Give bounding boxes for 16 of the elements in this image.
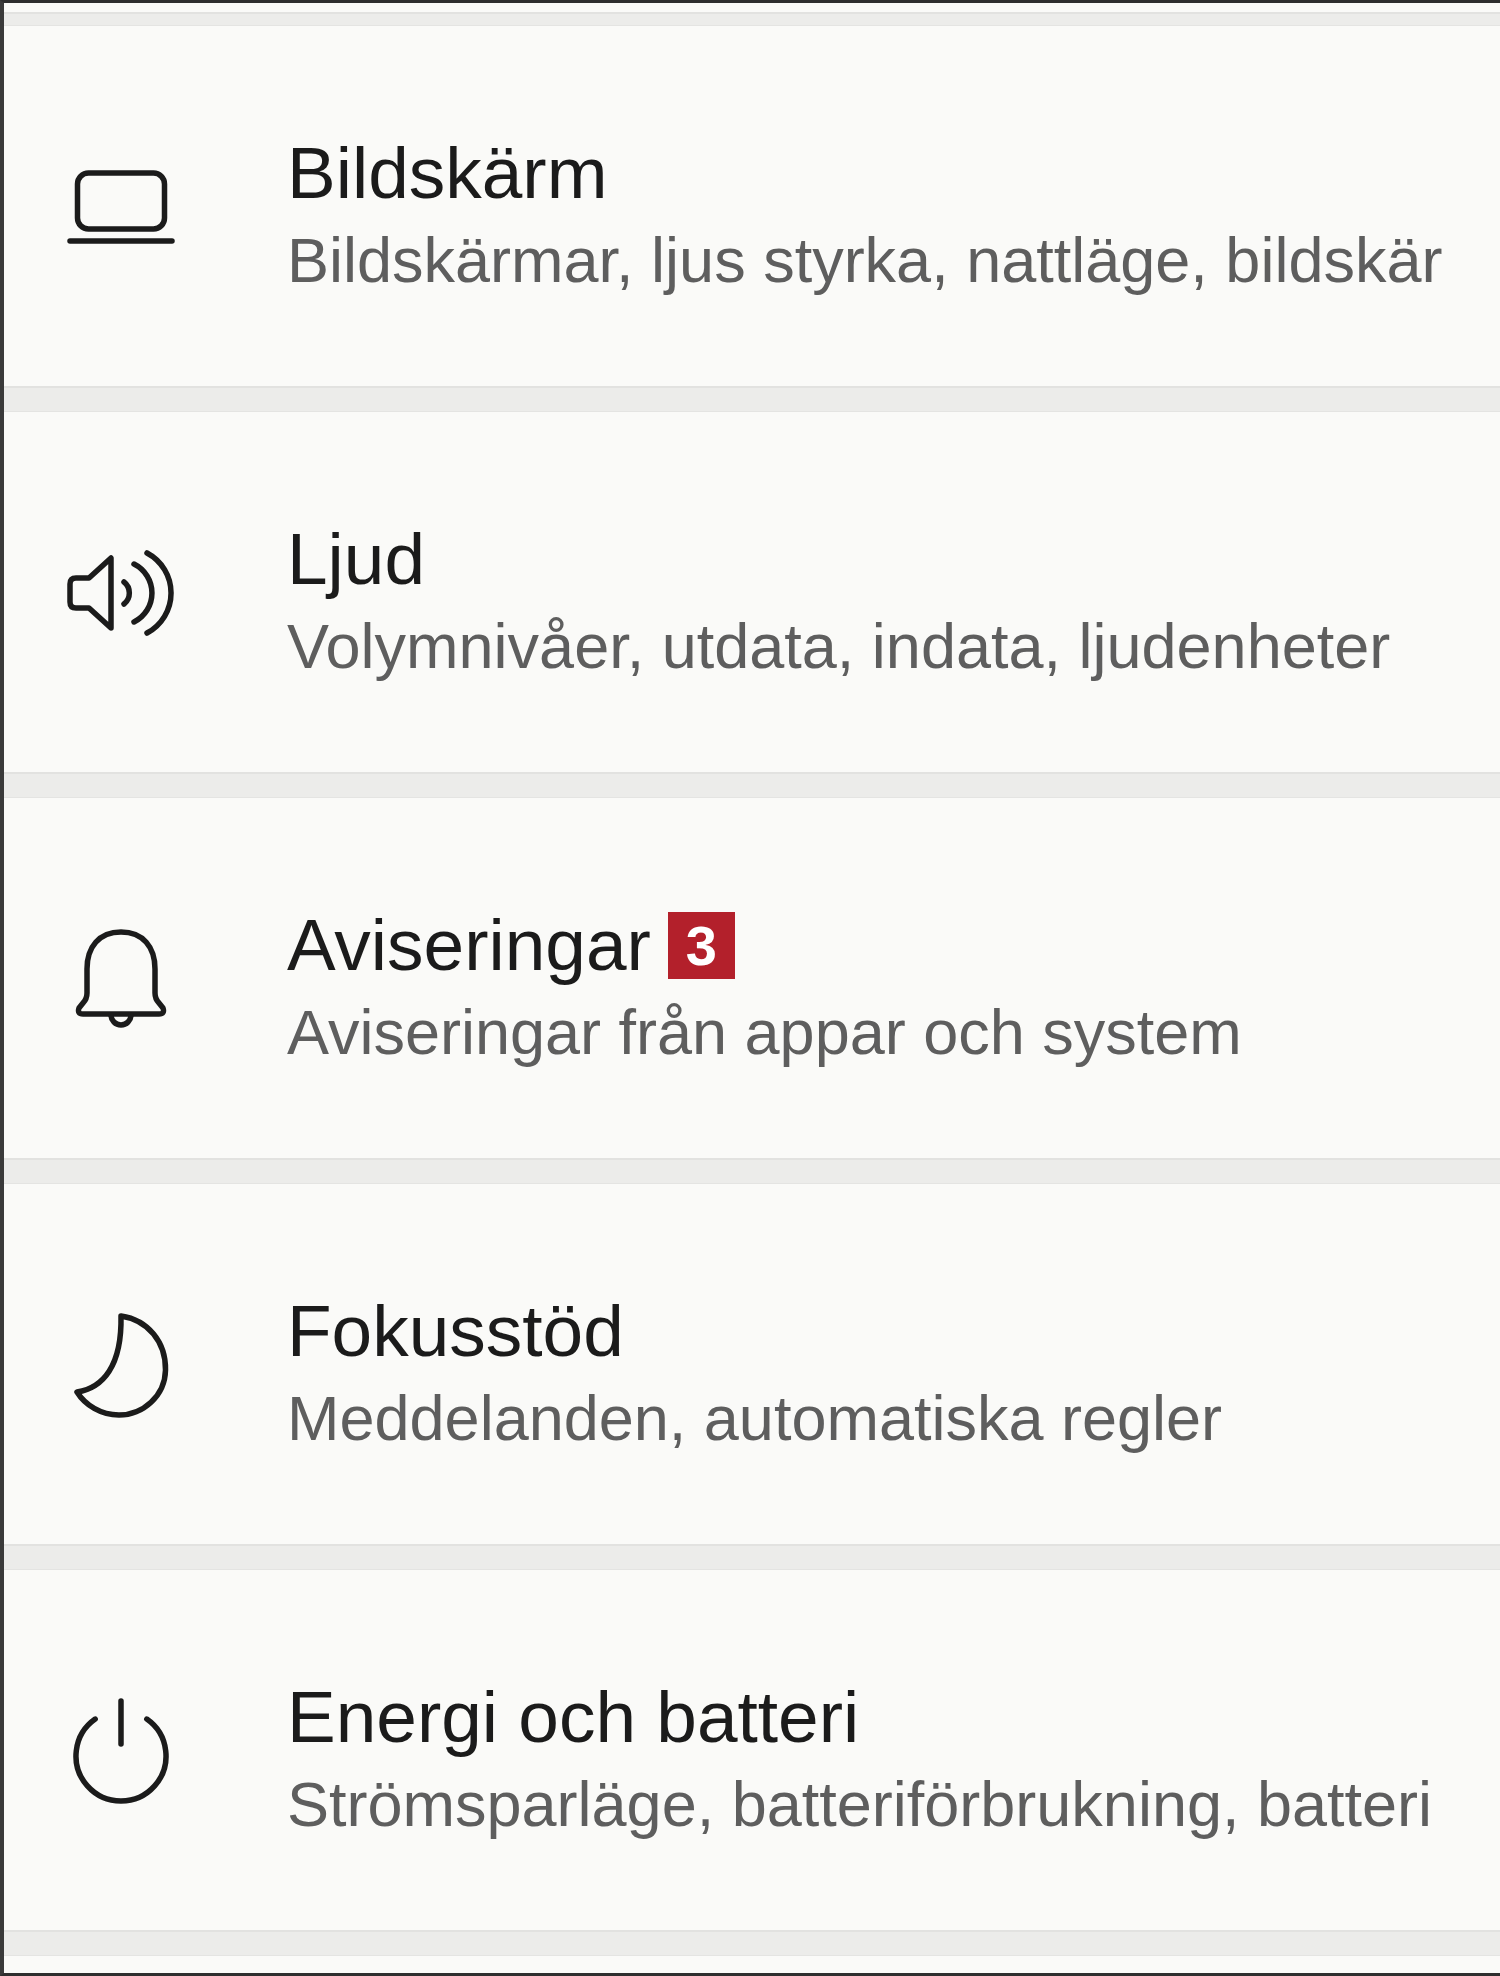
item-title: Bildskärm — [287, 131, 608, 215]
item-description: Meddelanden, automatiska regler — [287, 1382, 1223, 1454]
item-title: Ljud — [287, 517, 425, 601]
laptop-icon — [67, 169, 175, 244]
notification-badge: 3 — [667, 911, 735, 979]
item-description: Bildskärmar, ljus styrka, nattläge, bildskär — [287, 224, 1443, 296]
item-description: Volymnivåer, utdata, indata, ljudenheter — [287, 610, 1391, 682]
item-title: Aviseringar — [287, 903, 651, 987]
power-icon — [73, 1697, 169, 1804]
bell-icon — [75, 928, 167, 1029]
moon-icon — [73, 1311, 169, 1418]
item-title: Energi och batteri — [287, 1675, 860, 1759]
item-description: Aviseringar från appar och system — [287, 996, 1242, 1068]
item-description: Strömsparläge, batteriförbrukning, batteri — [287, 1768, 1433, 1840]
speaker-icon — [67, 549, 175, 636]
item-title: Fokusstöd — [287, 1289, 624, 1373]
